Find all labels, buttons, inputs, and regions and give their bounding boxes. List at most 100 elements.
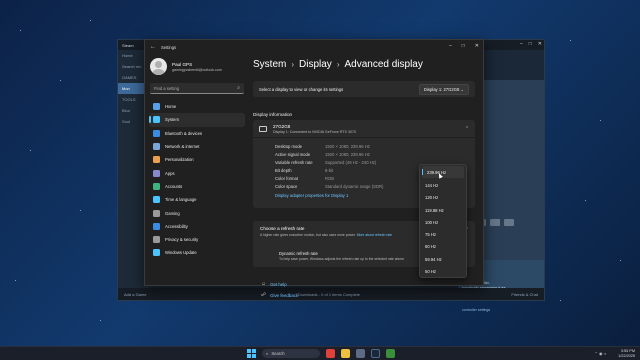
back-arrow-icon[interactable]: ← [150, 44, 156, 50]
chevron-up-icon[interactable]: ⌃ [465, 126, 469, 132]
sidebar-item-apps[interactable]: Apps [145, 166, 249, 179]
search-placeholder: Find a setting [154, 85, 180, 91]
breadcrumb-system[interactable]: System [253, 59, 286, 70]
sidebar-item-label: Time & language [165, 197, 197, 203]
sidebar-item-label: Accounts [165, 183, 183, 189]
add-game-button[interactable]: Add a Game [124, 292, 146, 297]
close-icon[interactable]: ✕ [538, 41, 542, 47]
sidebar-item-accessibility[interactable]: Accessibility [145, 220, 249, 233]
sidebar-item-label: Network & internet [165, 144, 200, 150]
refresh-option[interactable]: 120 Hz [420, 192, 466, 204]
refresh-option[interactable]: 75 Hz [420, 228, 466, 240]
sidebar-item-windows-update[interactable]: Windows Update [145, 246, 249, 259]
nav-icon [153, 156, 160, 164]
refresh-option[interactable]: 59.94 Hz [420, 253, 466, 265]
settings-title: Settings [161, 44, 177, 50]
display-select-dropdown[interactable]: Display 1: 27G2G8 ⌄ [418, 83, 469, 95]
give-feedback-link[interactable]: ☍ Give feedback [261, 292, 298, 298]
settings-window-controls: – □ ✕ [449, 43, 479, 49]
settings-titlebar: ← Settings [145, 40, 483, 54]
nav-icon [153, 169, 160, 177]
search-icon: ⌕ [237, 85, 240, 91]
friends-chat-button[interactable]: Friends & Chat [511, 292, 538, 297]
file-explorer-icon[interactable] [341, 349, 350, 358]
taskbar: ⌕ Search ⌃ ◉ ◑ 3:55 PM 1/22/2025 [0, 346, 640, 360]
sidebar-item-label: Home [165, 104, 177, 110]
monitor-header[interactable]: 27G2G8 Display 1: Connected to NVIDIA Ge… [253, 120, 475, 138]
breadcrumb: System › Display › Advanced display [253, 59, 423, 70]
clock[interactable]: 3:55 PM 1/22/2025 [618, 349, 635, 359]
sidebar-item-bluetooth-devices[interactable]: Bluetooth & devices [145, 127, 249, 140]
breadcrumb-display[interactable]: Display [299, 59, 332, 70]
sidebar-item-system[interactable]: System [149, 113, 245, 127]
maximize-icon[interactable]: □ [462, 43, 465, 49]
display-select-value: Display 1: 27G2G8 [423, 86, 460, 92]
downloads-status[interactable]: Downloads - 0 of 1 items Complete [298, 292, 360, 297]
maximize-icon[interactable]: □ [529, 41, 532, 47]
nav-icon [153, 249, 160, 257]
info-row: Desktop mode 1920 × 1080, 239.96 Hz [275, 144, 370, 149]
chevron-down-icon: ⌄ [460, 86, 464, 92]
sidebar-item-home[interactable]: Home [145, 100, 249, 113]
minimize-icon[interactable]: – [449, 43, 452, 49]
controller-settings-link[interactable]: controller settings [462, 308, 490, 312]
nav-icon [153, 196, 160, 204]
nav-icon [153, 143, 160, 151]
refresh-option[interactable]: 50 Hz [420, 265, 466, 277]
nav-icon [153, 209, 160, 217]
info-row: Color space Standard dynamic range (SDR) [275, 184, 384, 189]
sidebar-item-accounts[interactable]: Accounts [145, 180, 249, 193]
close-icon[interactable]: ✕ [475, 43, 479, 49]
monitor-name: 27G2G8 [273, 123, 291, 129]
steam-app-icon[interactable] [371, 349, 380, 358]
start-button[interactable] [247, 349, 256, 358]
system-tray[interactable]: ⌃ ◉ ◑ [595, 351, 606, 356]
search-icon: ⌕ [266, 351, 269, 356]
monitor-icon [259, 125, 267, 132]
refresh-rate-dropdown-list[interactable]: 239.96 Hz 144 Hz 120 Hz 119.88 Hz 100 Hz 75 H… [419, 164, 467, 278]
search-input[interactable]: Find a setting ⌕ [150, 83, 244, 94]
adapter-properties-link[interactable]: Display adapter properties for Display 1 [275, 193, 348, 198]
dynamic-refresh-description: To help save power, Windows adjusts the … [279, 257, 404, 261]
sidebar-item-personalization[interactable]: Personalization [145, 153, 249, 166]
settings-app-icon[interactable] [356, 349, 365, 358]
sidebar-item-gaming[interactable]: Gaming [145, 206, 249, 219]
refresh-option[interactable]: 144 Hz [420, 179, 466, 191]
get-help-link[interactable]: ☺ Get help [261, 281, 287, 287]
refresh-option[interactable]: 100 Hz [420, 216, 466, 228]
minimize-icon[interactable]: – [520, 41, 523, 47]
sidebar-item-label: Privacy & security [165, 237, 199, 243]
settings-nav: Paul GPS gamingpcsbemill@outlook.com Fin… [145, 54, 249, 285]
info-row: Bit depth 8-bit [275, 168, 334, 173]
brave-icon[interactable] [326, 349, 335, 358]
sidebar-item-privacy-security[interactable]: Privacy & security [145, 233, 249, 246]
page-title: Advanced display [344, 59, 423, 70]
dynamic-refresh-title: Dynamic refresh rate [279, 251, 318, 256]
help-icon: ☺ [261, 281, 267, 287]
app-icon[interactable] [386, 349, 395, 358]
user-profile[interactable]: Paul GPS gamingpcsbemill@outlook.com [145, 54, 249, 79]
steam-bottom-bar: Add a Game Downloads - 0 of 1 items Comp… [118, 288, 544, 300]
taskbar-search[interactable]: ⌕ Search [262, 349, 320, 358]
nav-icon [153, 103, 160, 111]
sidebar-item-label: Windows Update [165, 250, 197, 256]
sidebar-item-time-language[interactable]: Time & language [145, 193, 249, 206]
info-row: Active signal mode 1920 × 1080, 239.96 Hz [275, 152, 370, 157]
sidebar-item-label: Personalization [165, 157, 194, 163]
taskbar-apps: ⌕ Search [247, 349, 395, 358]
profile-email: gamingpcsbemill@outlook.com [172, 67, 222, 72]
display-info-heading: Display information [253, 112, 293, 117]
more-about-refresh-link[interactable]: More about refresh rate [357, 233, 392, 237]
refresh-option[interactable]: 60 Hz [420, 241, 466, 253]
nav-icon [153, 222, 160, 230]
clock-date: 1/22/2025 [618, 354, 635, 358]
select-display-label: Select a display to view or change its s… [259, 86, 344, 92]
sidebar-item-label: Apps [165, 170, 175, 176]
sidebar-item-label: Bluetooth & devices [165, 130, 203, 136]
nav-icon [153, 182, 160, 190]
steam-title: Steam [122, 42, 134, 48]
refresh-option[interactable]: 119.88 Hz [420, 204, 466, 216]
chevron-right-icon: › [291, 60, 295, 69]
refresh-rate-title: Choose a refresh rate [260, 226, 305, 231]
sidebar-item-network-internet[interactable]: Network & internet [145, 140, 249, 153]
